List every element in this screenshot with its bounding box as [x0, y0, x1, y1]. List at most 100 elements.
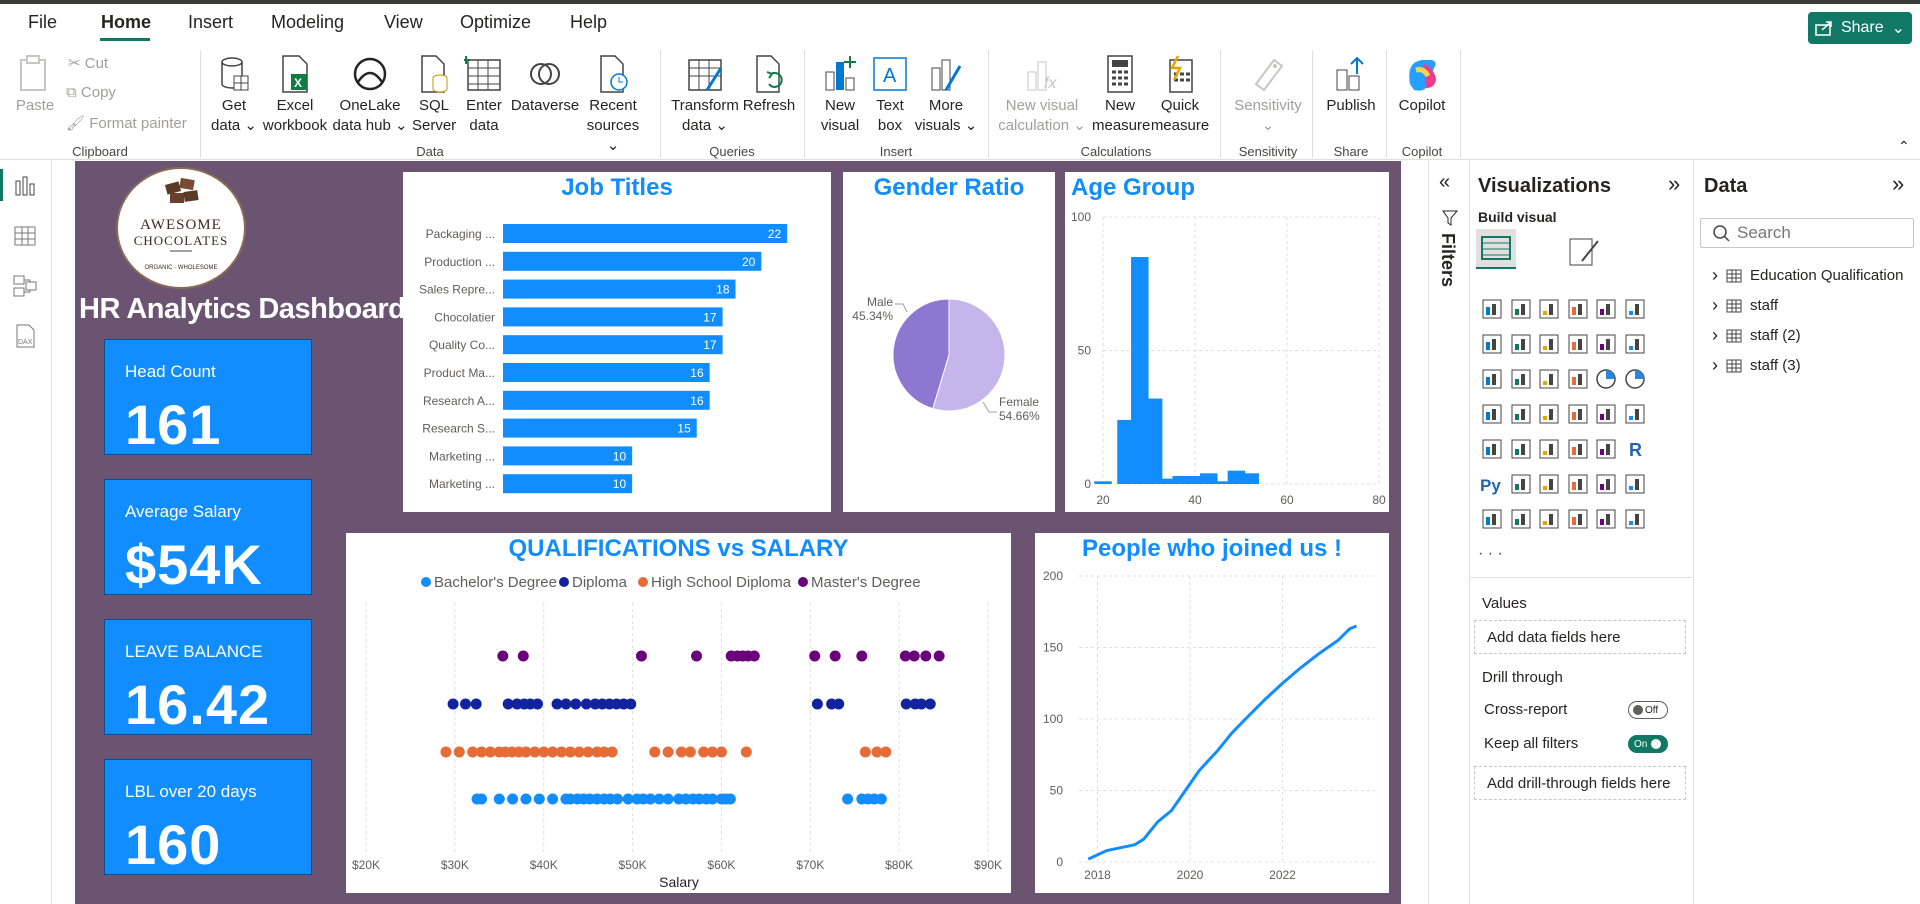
age-group-visual[interactable]: Age Group 0 50 100 20 40 60 80: [1065, 172, 1389, 512]
gender-ratio-visual[interactable]: Gender Ratio Male 45.34% Female 54.66%: [843, 172, 1055, 512]
new-visual-calculation-button[interactable]: fx New visual calculation ⌄: [996, 54, 1088, 136]
treemap-icon[interactable]: [1480, 402, 1504, 426]
collapse-ribbon-icon[interactable]: ⌃: [1898, 138, 1910, 155]
funnel-icon[interactable]: [1537, 367, 1561, 391]
kpi-head-count[interactable]: Head Count 161: [104, 339, 312, 456]
job-titles-visual[interactable]: Job Titles Packaging ... 22 Production ...…: [403, 172, 831, 512]
100-area-icon[interactable]: [1566, 332, 1590, 356]
line-clustered-icon[interactable]: [1623, 332, 1647, 356]
r-visual-icon[interactable]: R: [1623, 437, 1647, 461]
menu-help[interactable]: Help: [570, 12, 607, 33]
100-column-icon[interactable]: [1623, 297, 1647, 321]
paste-button[interactable]: Paste: [14, 54, 56, 116]
menu-view[interactable]: View: [384, 12, 423, 33]
data-table-item[interactable]: › staff (3): [1712, 355, 1801, 376]
build-visual-tab[interactable]: [1476, 229, 1516, 269]
filters-label[interactable]: Filters: [1437, 233, 1458, 287]
slicer-new-icon[interactable]: [1537, 507, 1561, 531]
chevron-right-icon[interactable]: ›: [1712, 355, 1718, 376]
line-icon[interactable]: [1480, 332, 1504, 356]
100-bar-icon[interactable]: [1594, 297, 1618, 321]
quick-measure-button[interactable]: Quick measure: [1150, 54, 1210, 136]
expand-filters-icon[interactable]: «: [1439, 171, 1450, 194]
new-measure-button[interactable]: New measure: [1092, 54, 1150, 136]
power-automate-icon[interactable]: [1594, 507, 1618, 531]
stacked-column-icon[interactable]: [1509, 297, 1533, 321]
recent-sources-button[interactable]: Recent sources ⌄: [582, 54, 644, 156]
chevron-right-icon[interactable]: ›: [1712, 295, 1718, 316]
excel-workbook-button[interactable]: X Excel workbook: [262, 54, 328, 136]
map-icon[interactable]: [1509, 402, 1533, 426]
publish-button[interactable]: Publish: [1320, 54, 1382, 116]
pie-icon[interactable]: [1594, 367, 1618, 391]
format-painter-button[interactable]: 🖌 Format painter: [66, 114, 187, 132]
filled-map-icon[interactable]: [1537, 402, 1561, 426]
get-data-button[interactable]: Get data ⌄: [208, 54, 260, 136]
menu-modeling[interactable]: Modeling: [271, 12, 344, 33]
new-visual-button[interactable]: New visual: [816, 54, 864, 136]
kpi-icon[interactable]: [1509, 437, 1533, 461]
clustered-bar-icon[interactable]: [1537, 297, 1561, 321]
drill-through-field-well[interactable]: Add drill-through fields here: [1474, 766, 1686, 800]
model-view-icon[interactable]: [12, 273, 38, 299]
clustered-column-icon[interactable]: [1566, 297, 1590, 321]
enter-data-button[interactable]: Enter data: [462, 54, 506, 136]
text-box-button[interactable]: A Text box: [868, 54, 912, 136]
sensitivity-button[interactable]: Sensitivity ⌄: [1228, 54, 1308, 136]
keep-all-filters-toggle[interactable]: On: [1628, 735, 1668, 753]
search-input[interactable]: [1737, 223, 1907, 243]
area-icon[interactable]: [1509, 332, 1533, 356]
collapse-data-pane-icon[interactable]: »: [1892, 171, 1904, 197]
donut-icon[interactable]: [1623, 367, 1647, 391]
copy-button[interactable]: ⧉ Copy: [66, 84, 116, 101]
data-table-item[interactable]: › staff (2): [1712, 325, 1801, 346]
ribbon-icon[interactable]: [1480, 367, 1504, 391]
data-table-item[interactable]: › staff: [1712, 295, 1778, 316]
share-button[interactable]: Share ⌄: [1808, 12, 1912, 44]
card-icon[interactable]: [1623, 402, 1647, 426]
stacked-area-icon[interactable]: [1537, 332, 1561, 356]
metrics-icon[interactable]: [1623, 472, 1647, 496]
multi-row-card-icon[interactable]: [1480, 437, 1504, 461]
scatter-icon[interactable]: [1566, 367, 1590, 391]
table-icon[interactable]: [1566, 437, 1590, 461]
collapse-pane-icon[interactable]: »: [1668, 171, 1680, 197]
stacked-bar-icon[interactable]: [1480, 297, 1504, 321]
dax-query-view-icon[interactable]: DAX: [12, 323, 38, 349]
kpi-leave-balance[interactable]: LEAVE BALANCE 16.42: [104, 619, 312, 736]
menu-optimize[interactable]: Optimize: [460, 12, 531, 33]
cut-button[interactable]: ✂ Cut: [68, 54, 108, 72]
kpi-lbl-over-20-days[interactable]: LBL over 20 days 160: [104, 759, 312, 876]
format-visual-icon[interactable]: [1564, 231, 1604, 271]
more-chevron-icon[interactable]: [1623, 507, 1647, 531]
menu-file[interactable]: File: [28, 12, 57, 33]
power-apps-icon[interactable]: [1566, 507, 1590, 531]
narrative-icon[interactable]: [1594, 472, 1618, 496]
data-table-item[interactable]: › Education Qualification: [1712, 265, 1903, 286]
waterfall-icon[interactable]: [1509, 367, 1533, 391]
chevron-right-icon[interactable]: ›: [1712, 325, 1718, 346]
more-visuals-ellipsis[interactable]: · · ·: [1478, 545, 1503, 563]
key-influencers-icon[interactable]: [1509, 472, 1533, 496]
cross-report-toggle[interactable]: Off: [1628, 701, 1668, 719]
more-visuals-button[interactable]: More visuals ⌄: [914, 54, 978, 136]
dataverse-button[interactable]: Dataverse: [510, 54, 580, 116]
copilot-button[interactable]: Copilot: [1392, 54, 1452, 116]
qualifications-salary-visual[interactable]: QUALIFICATIONS vs SALARY $20K $30K $40K $50…: [346, 533, 1011, 893]
line-column-icon[interactable]: [1594, 332, 1618, 356]
table-view-icon[interactable]: [12, 223, 38, 249]
card-new-icon[interactable]: [1509, 507, 1533, 531]
chevron-right-icon[interactable]: ›: [1712, 265, 1718, 286]
report-view-icon[interactable]: [12, 173, 38, 199]
gauge-icon[interactable]: [1594, 402, 1618, 426]
refresh-button[interactable]: Refresh: [742, 54, 796, 116]
menu-home[interactable]: Home: [101, 12, 151, 33]
menu-insert[interactable]: Insert: [188, 12, 233, 33]
kpi-average-salary[interactable]: Average Salary $54K: [104, 479, 312, 596]
paginated-icon[interactable]: [1480, 507, 1504, 531]
onelake-button[interactable]: OneLake data hub ⌄: [332, 54, 408, 136]
slicer-icon[interactable]: [1537, 437, 1561, 461]
matrix-icon[interactable]: [1594, 437, 1618, 461]
python-visual-icon[interactable]: Py: [1480, 472, 1504, 496]
joined-visual[interactable]: People who joined us ! 0 50 100 150 200 2018 2…: [1035, 533, 1389, 893]
